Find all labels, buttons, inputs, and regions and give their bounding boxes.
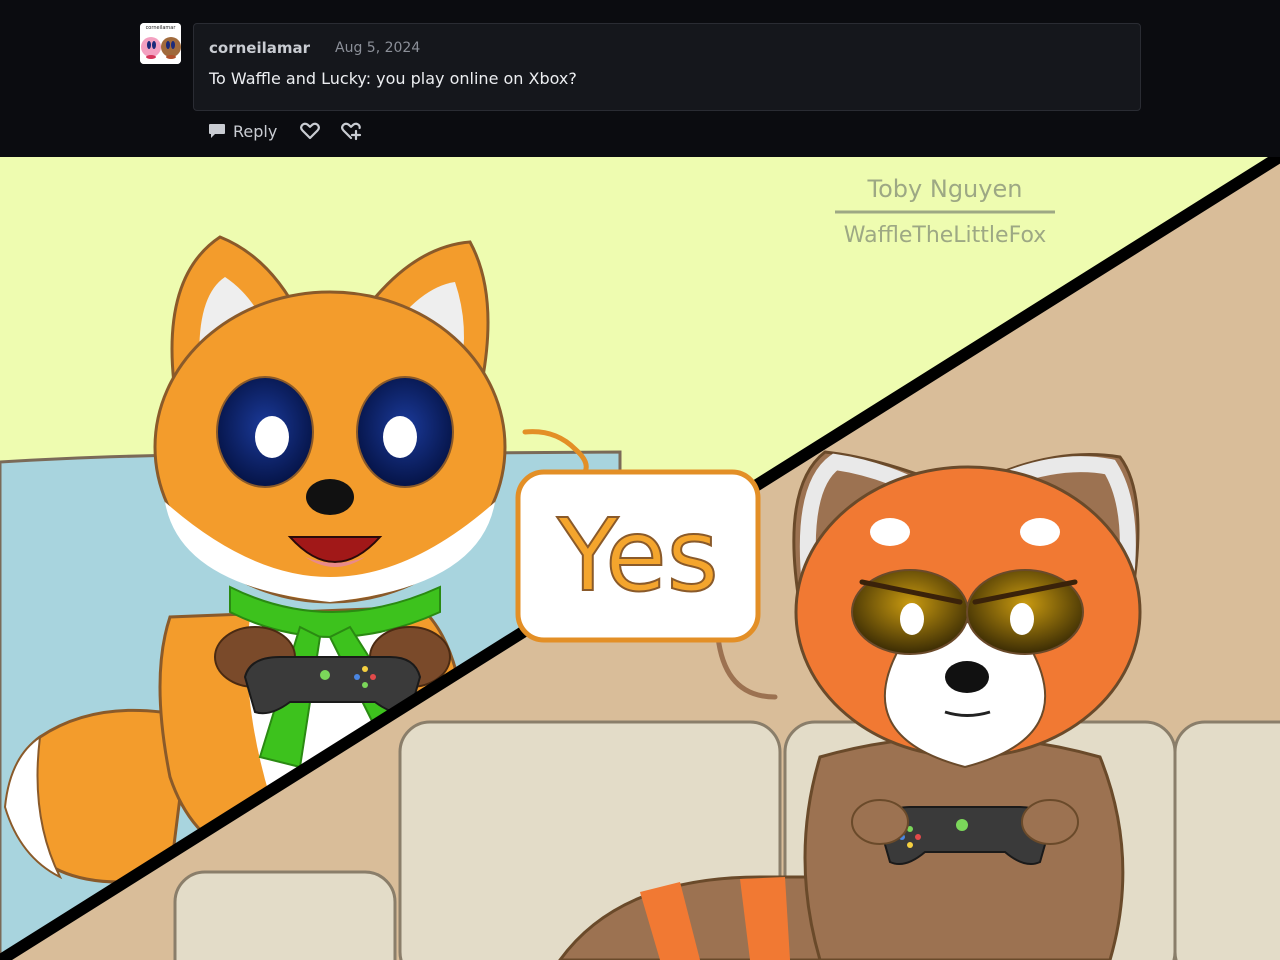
comic-artwork: Toby Nguyen WaffleTheLittleFox Yes bbox=[0, 157, 1280, 960]
reblog-heart-icon bbox=[341, 122, 362, 141]
speech-text: Yes bbox=[556, 497, 718, 614]
heart-icon bbox=[300, 122, 321, 140]
comment-card: corneilamar Aug 5, 2024 To Waffle and Lu… bbox=[193, 23, 1141, 111]
svg-text:WaffleTheLittleFox: WaffleTheLittleFox bbox=[844, 223, 1047, 248]
reply-label: Reply bbox=[233, 121, 278, 141]
comment-date[interactable]: Aug 5, 2024 bbox=[335, 40, 420, 56]
reblog-button[interactable] bbox=[341, 121, 365, 141]
fox-head bbox=[153, 235, 507, 604]
reply-button[interactable]: Reply bbox=[207, 121, 299, 141]
like-button[interactable] bbox=[299, 121, 321, 141]
speech-bubble-icon bbox=[209, 124, 225, 138]
comment-author[interactable]: corneilamar bbox=[209, 39, 310, 57]
svg-text:Toby Nguyen: Toby Nguyen bbox=[867, 175, 1023, 203]
comment-thread: corneilamar corneilamar Aug 5, 2024 To W… bbox=[0, 0, 1280, 157]
artist-signature: Toby Nguyen WaffleTheLittleFox bbox=[835, 175, 1055, 248]
comment-actions: Reply bbox=[207, 118, 365, 144]
svg-text:corneilamar: corneilamar bbox=[146, 25, 177, 31]
avatar-image: corneilamar bbox=[140, 23, 181, 64]
comment-body: To Waffle and Lucky: you play online on … bbox=[209, 69, 577, 88]
avatar[interactable]: corneilamar bbox=[140, 23, 181, 64]
